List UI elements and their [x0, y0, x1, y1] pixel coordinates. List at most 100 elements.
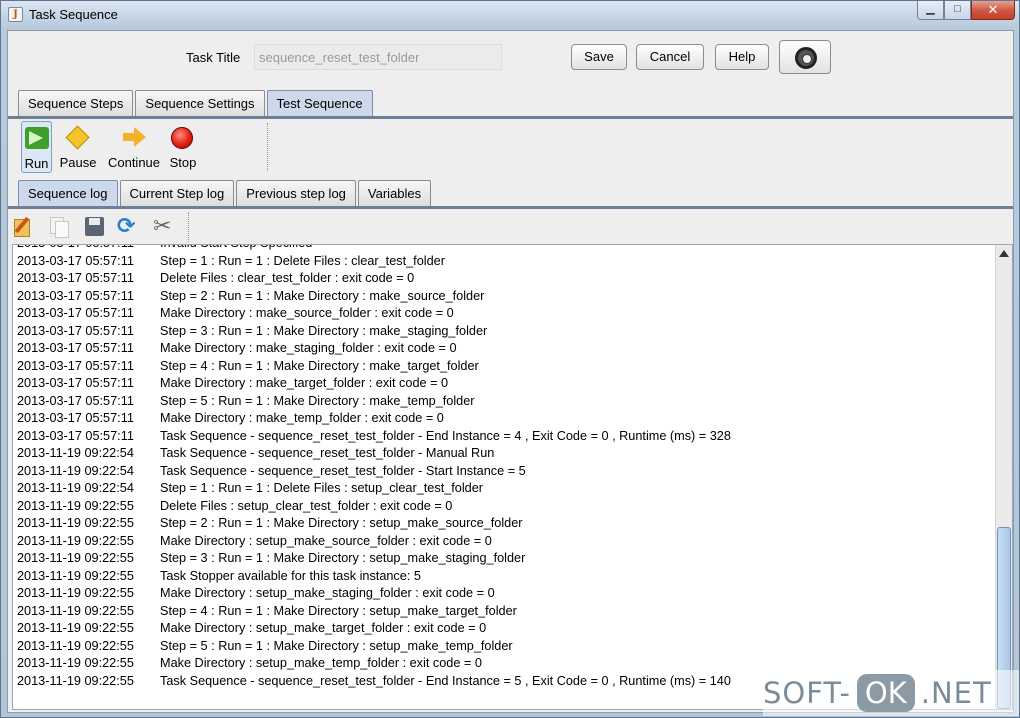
client-area: Task Title Save Cancel Help Sequence Ste… [7, 30, 1014, 713]
log-timestamp: 2013-03-17 05:57:11 [17, 253, 134, 268]
log-timestamp: 2013-11-19 09:22:55 [17, 533, 134, 548]
log-timestamp: 2013-03-17 05:57:11 [17, 323, 134, 338]
cancel-button[interactable]: Cancel [636, 44, 704, 70]
save-icon[interactable] [83, 215, 105, 237]
log-message: Make Directory : setup_make_staging_fold… [160, 586, 495, 600]
continue-button[interactable]: Continue [104, 121, 164, 173]
log-message: Step = 3 : Run = 1 : Make Directory : se… [160, 551, 526, 565]
sequence-log-panel[interactable]: 2013-03-17 05:57:11 Invalid Start Step Sp… [12, 244, 1013, 710]
log-message: Step = 4 : Run = 1 : Make Directory : ma… [160, 358, 479, 373]
log-row: 2013-03-17 05:57:11 Invalid Start Step Sp… [13, 245, 998, 253]
log-row: 2013-11-19 09:22:55 Make Directory : setu… [13, 533, 998, 551]
log-row: 2013-11-19 09:22:54 Task Sequence - seque… [13, 445, 998, 463]
log-row: 2013-03-17 05:57:11 Make Directory : make… [13, 375, 998, 393]
log-row: 2013-03-17 05:57:11 Step = 1 : Run = 1 : … [13, 253, 998, 271]
log-message: Make Directory : make_temp_folder : exit… [160, 411, 444, 425]
help-button[interactable]: Help [715, 44, 769, 70]
pause-label: Pause [59, 155, 97, 170]
log-row: 2013-11-19 09:22:54 Step = 1 : Run = 1 : … [13, 480, 998, 498]
log-timestamp: 2013-03-17 05:57:11 [17, 245, 134, 253]
log-timestamp: 2013-03-17 05:57:11 [17, 411, 134, 425]
log-message: Task Stopper available for this task ins… [160, 568, 421, 583]
stop-label: Stop [169, 155, 197, 170]
tab-test-sequence[interactable]: Test Sequence [266, 90, 373, 116]
log-timestamp: 2013-11-19 09:22:55 [17, 551, 134, 565]
log-timestamp: 2013-11-19 09:22:55 [17, 516, 134, 530]
continue-label: Continue [107, 155, 161, 170]
task-title-input[interactable] [254, 44, 502, 70]
log-timestamp: 2013-03-17 05:57:11 [17, 341, 134, 355]
log-message: Step = 1 : Run = 1 : Delete Files : clea… [160, 253, 445, 268]
log-timestamp: 2013-11-19 09:22:54 [17, 481, 134, 495]
log-message: Make Directory : make_staging_folder : e… [160, 341, 457, 355]
log-message: Task Sequence - sequence_reset_test_fold… [160, 673, 731, 688]
log-row: 2013-03-17 05:57:11 Task Sequence - seque… [13, 428, 998, 446]
tab-previous-step-log[interactable]: Previous step log [236, 180, 356, 206]
run-button[interactable]: Run [21, 121, 52, 173]
log-row: 2013-11-19 09:22:55 Step = 4 : Run = 1 : … [13, 603, 998, 621]
watermark-part3: .NET [920, 676, 992, 710]
tab-sequence-steps[interactable]: Sequence Steps [18, 90, 134, 116]
save-button[interactable]: Save [571, 44, 627, 70]
log-toolbar-separator [188, 212, 189, 242]
gear-icon [795, 47, 817, 69]
log-message: Delete Files : setup_clear_test_folder :… [160, 498, 453, 513]
log-row: 2013-03-17 05:57:11 Make Directory : make… [13, 305, 998, 323]
header-row: Task Title Save Cancel Help [8, 31, 1013, 87]
watermark-logo: SOFT- OK .NET [763, 670, 1019, 716]
log-timestamp: 2013-03-17 05:57:11 [17, 358, 134, 373]
log-message: Step = 2 : Run = 1 : Make Directory : ma… [160, 288, 485, 303]
log-row: 2013-11-19 09:22:55 Step = 3 : Run = 1 : … [13, 550, 998, 568]
continue-arrow-icon [123, 127, 147, 147]
java-cup-icon: J [8, 7, 23, 22]
log-row: 2013-11-19 09:22:55 Delete Files : setup_… [13, 498, 998, 516]
log-row: 2013-11-19 09:22:55 Make Directory : setu… [13, 620, 998, 638]
log-message: Step = 2 : Run = 1 : Make Directory : se… [160, 516, 523, 530]
run-label: Run [24, 156, 49, 171]
log-row: 2013-11-19 09:22:55 Task Stopper availabl… [13, 568, 998, 586]
log-row: 2013-03-17 05:57:11 Delete Files : clear_… [13, 270, 998, 288]
vertical-scrollbar[interactable] [995, 245, 1012, 709]
refresh-icon[interactable]: ⟳ [117, 215, 139, 237]
tab-variables[interactable]: Variables [357, 180, 432, 206]
log-message: Step = 1 : Run = 1 : Delete Files : setu… [160, 481, 484, 495]
stop-button[interactable]: Stop [168, 121, 198, 173]
scroll-up-icon[interactable] [996, 245, 1012, 262]
log-row: 2013-03-17 05:57:11 Make Directory : make… [13, 410, 998, 428]
title-bar[interactable]: J Task Sequence ▁ □ ✕ [1, 1, 1019, 29]
settings-button[interactable] [779, 40, 831, 74]
edit-icon[interactable] [12, 215, 34, 237]
close-button[interactable]: ✕ [971, 1, 1015, 20]
minimize-button[interactable]: ▁ [917, 1, 944, 20]
cut-icon[interactable]: ✂ [153, 215, 175, 237]
pause-button[interactable]: Pause [56, 121, 100, 173]
log-tabs: Sequence log Current Step log Previous s… [18, 180, 433, 206]
maximize-button[interactable]: □ [944, 1, 971, 20]
log-lines: 2013-03-17 05:57:11 Invalid Start Step Sp… [13, 245, 998, 690]
log-timestamp: 2013-11-19 09:22:55 [17, 603, 134, 618]
stop-circle-icon [171, 127, 193, 149]
log-timestamp: 2013-11-19 09:22:55 [17, 638, 134, 653]
log-timestamp: 2013-03-17 05:57:11 [17, 306, 134, 320]
log-timestamp: 2013-03-17 05:57:11 [17, 288, 134, 303]
tab-sequence-log[interactable]: Sequence log [18, 180, 118, 206]
tab-sequence-settings[interactable]: Sequence Settings [135, 90, 265, 116]
run-arrow-icon [25, 127, 49, 149]
watermark-part2: OK [856, 674, 915, 712]
window-controls: ▁ □ ✕ [917, 1, 1015, 21]
log-message: Make Directory : setup_make_source_folde… [160, 533, 492, 548]
log-message: Step = 5 : Run = 1 : Make Directory : se… [160, 638, 513, 653]
log-message: Step = 3 : Run = 1 : Make Directory : ma… [160, 323, 488, 338]
tab-current-step-log[interactable]: Current Step log [119, 180, 235, 206]
log-timestamp: 2013-11-19 09:22:55 [17, 586, 134, 600]
copy-icon[interactable] [48, 215, 70, 238]
log-timestamp: 2013-11-19 09:22:54 [17, 446, 134, 460]
log-message: Task Sequence - sequence_reset_test_fold… [160, 446, 495, 460]
main-tabs: Sequence Steps Sequence Settings Test Se… [18, 90, 375, 116]
log-row: 2013-11-19 09:22:55 Step = 2 : Run = 1 : … [13, 515, 998, 533]
log-timestamp: 2013-11-19 09:22:55 [17, 673, 134, 688]
log-row: 2013-11-19 09:22:54 Task Sequence - seque… [13, 463, 998, 481]
log-row: 2013-03-17 05:57:11 Step = 4 : Run = 1 : … [13, 358, 998, 376]
log-message: Step = 5 : Run = 1 : Make Directory : ma… [160, 393, 475, 408]
log-message: Delete Files : clear_test_folder : exit … [160, 271, 415, 285]
